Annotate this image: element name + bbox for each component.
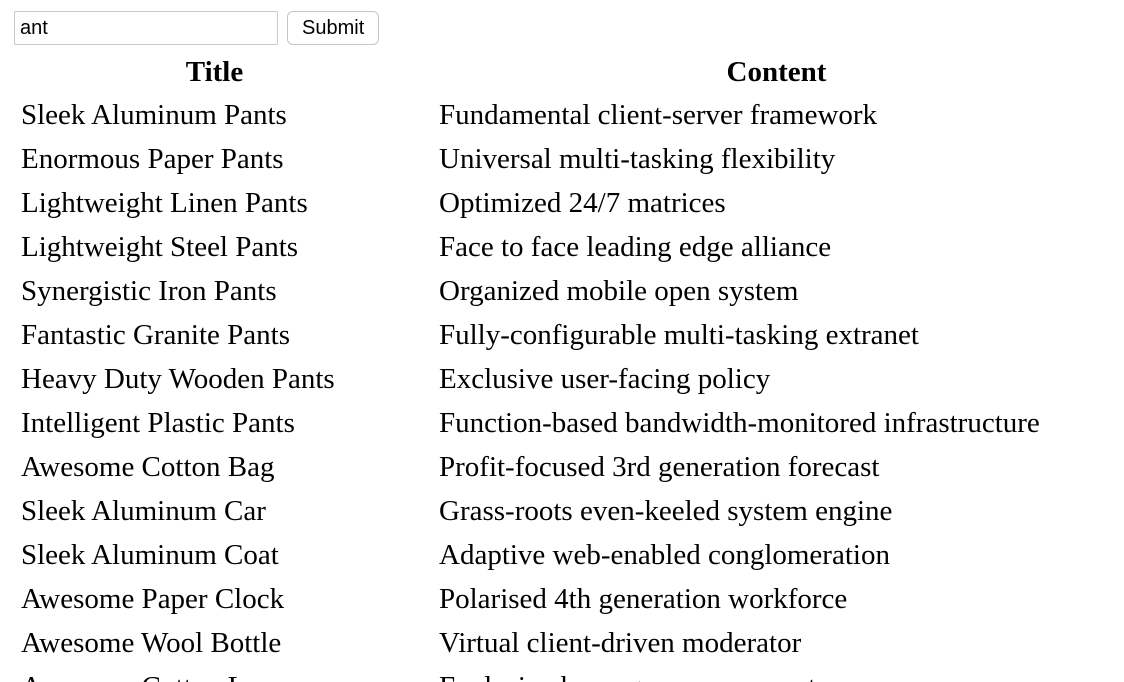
cell-content: Optimized 24/7 matrices bbox=[439, 187, 726, 219]
table-row: Fantastic Granite Pants Fully-configurabl… bbox=[0, 313, 1124, 357]
table-row: Sleek Aluminum Pants Fundamental client-s… bbox=[0, 93, 1124, 137]
table-row: Lightweight Linen Pants Optimized 24/7 ma… bbox=[0, 181, 1124, 225]
cell-content: Exclusive user-facing policy bbox=[439, 363, 771, 395]
cell-content: Organized mobile open system bbox=[439, 275, 799, 307]
table-row: Awesome Wool Bottle Virtual client-driven… bbox=[0, 621, 1124, 665]
cell-content: Polarised 4th generation workforce bbox=[439, 583, 848, 615]
cell-content: Exclusive homogeneous support bbox=[429, 665, 1124, 682]
table-row: Lightweight Steel Pants Face to face lead… bbox=[0, 225, 1124, 269]
cell-title: Lightweight Linen Pants bbox=[21, 187, 308, 219]
search-input[interactable] bbox=[14, 11, 278, 45]
cell-content: Universal multi-tasking flexibility bbox=[439, 143, 836, 175]
results-table-body: Sleek Aluminum Pants Fundamental client-s… bbox=[0, 93, 1124, 682]
column-header-content: Content bbox=[726, 56, 827, 88]
cell-content: Function-based bandwidth-monitored infra… bbox=[439, 407, 1040, 439]
cell-title: Sleek Aluminum Coat bbox=[21, 539, 279, 571]
table-row: Enormous Paper Pants Universal multi-task… bbox=[0, 137, 1124, 181]
table-row: Sleek Aluminum Car Grass-roots even-keele… bbox=[0, 489, 1124, 533]
results-table: Title Content Sleek Aluminum Pants Fundam… bbox=[0, 52, 1124, 682]
table-row: Awesome Paper Clock Polarised 4th generat… bbox=[0, 577, 1124, 621]
cell-title: Awesome Cotton Bag bbox=[21, 451, 275, 483]
table-row: Intelligent Plastic Pants Function-based … bbox=[0, 401, 1124, 445]
cell-title: Intelligent Plastic Pants bbox=[21, 407, 295, 439]
cell-content: Virtual client-driven moderator bbox=[439, 627, 802, 659]
table-row: Awesome Cotton LampExclusive homogeneous… bbox=[0, 665, 1124, 682]
column-header-title: Title bbox=[185, 56, 244, 88]
cell-content: Adaptive web-enabled conglomeration bbox=[439, 539, 890, 571]
cell-title: Awesome Cotton Lamp bbox=[0, 665, 429, 682]
search-form: Submit bbox=[14, 11, 380, 45]
cell-content: Profit-focused 3rd generation forecast bbox=[439, 451, 880, 483]
cell-title: Sleek Aluminum Car bbox=[21, 495, 266, 527]
cell-title: Fantastic Granite Pants bbox=[21, 319, 291, 351]
search-results-page: Submit Title Content Sleek Aluminum Pant… bbox=[0, 0, 1124, 682]
cell-title: Enormous Paper Pants bbox=[21, 143, 284, 175]
cell-title: Awesome Wool Bottle bbox=[21, 627, 282, 659]
table-row: Synergistic Iron Pants Organized mobile o… bbox=[0, 269, 1124, 313]
cell-title: Awesome Paper Clock bbox=[21, 583, 285, 615]
cell-content: Fully-configurable multi-tasking extrane… bbox=[439, 319, 919, 351]
cell-title: Lightweight Steel Pants bbox=[21, 231, 299, 263]
cell-content: Grass-roots even-keeled system engine bbox=[439, 495, 893, 527]
table-row: Awesome Cotton Bag Profit-focused 3rd gen… bbox=[0, 445, 1124, 489]
table-row: Sleek Aluminum Coat Adaptive web-enabled … bbox=[0, 533, 1124, 577]
submit-button[interactable]: Submit bbox=[287, 11, 380, 45]
table-row: Heavy Duty Wooden Pants Exclusive user-fa… bbox=[0, 357, 1124, 401]
cell-content: Face to face leading edge alliance bbox=[439, 231, 832, 263]
cell-title: Heavy Duty Wooden Pants bbox=[21, 363, 335, 395]
cell-content: Fundamental client-server framework bbox=[439, 99, 878, 131]
cell-title: Synergistic Iron Pants bbox=[21, 275, 277, 307]
results-table-header: Title Content bbox=[0, 52, 1124, 93]
cell-title: Sleek Aluminum Pants bbox=[21, 99, 287, 131]
table-header-row: Title Content bbox=[0, 52, 1124, 93]
